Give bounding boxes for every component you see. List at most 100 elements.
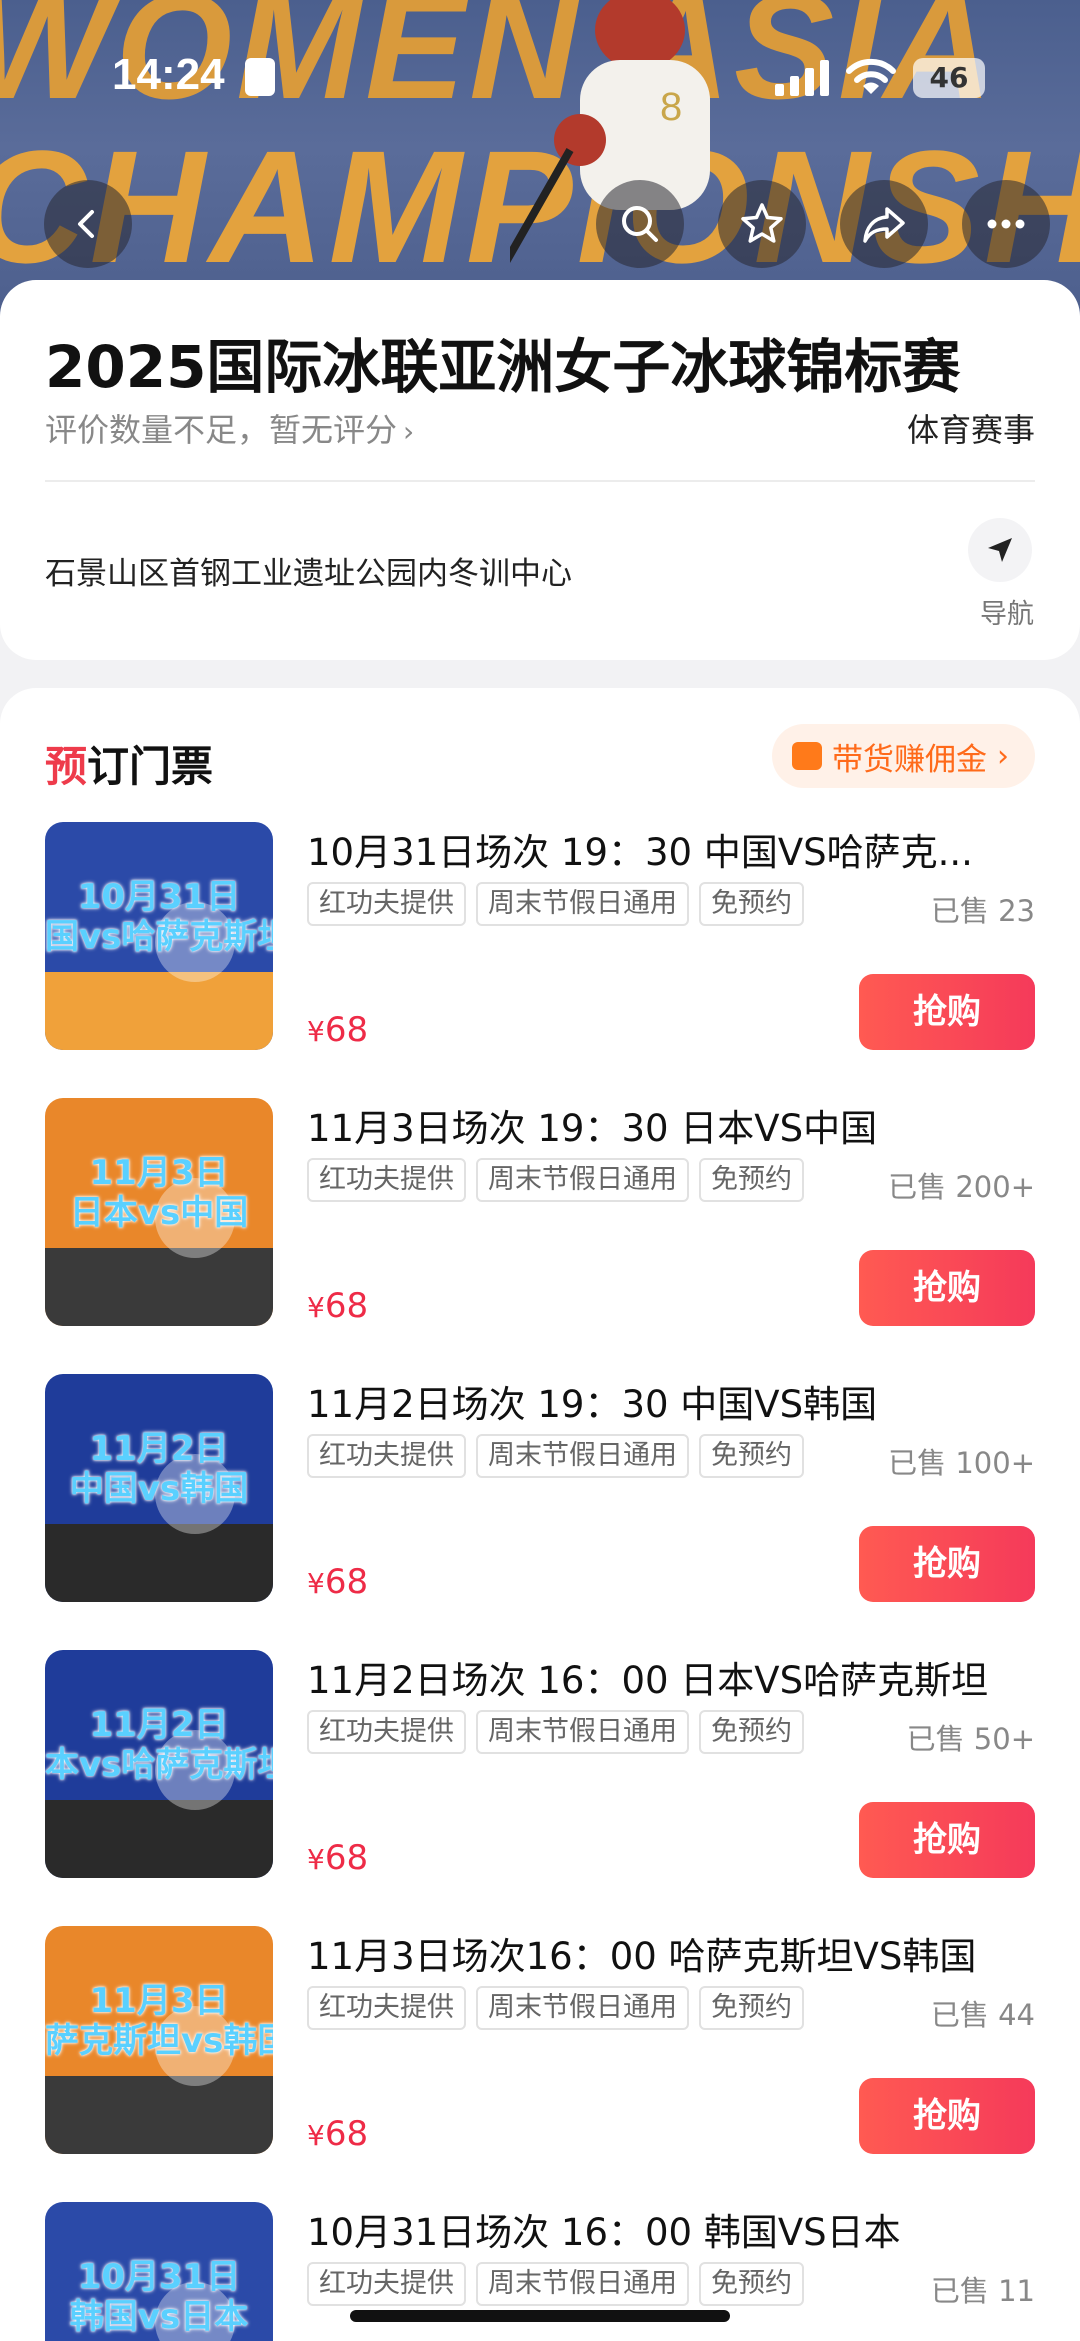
sold-count: 已售 23	[930, 894, 1035, 928]
ticket-tags: 红功夫提供 周末节假日通用 免预约	[307, 1158, 814, 1202]
currency-symbol: ¥	[307, 2119, 325, 2152]
ticket-thumbnail[interactable]: 11月3日 日本vs中国	[45, 1098, 273, 1326]
status-time: 14:24	[112, 50, 225, 99]
thumbnail-matchup: 日本vs中国	[69, 1193, 249, 1233]
back-button[interactable]	[44, 180, 132, 268]
ticket-tag: 红功夫提供	[307, 1710, 466, 1754]
thumbnail-matchup: 中国vs韩国	[69, 1469, 249, 1509]
promo-label: 带货赚佣金	[832, 741, 987, 778]
thumbnail-overlay-text: 11月3日 日本vs中国	[45, 1153, 273, 1233]
thumbnail-matchup: 韩国vs日本	[69, 2297, 249, 2337]
price-value: 68	[324, 1286, 369, 1326]
chevron-left-icon	[78, 210, 94, 238]
ticket-tag: 免预约	[699, 882, 804, 926]
venue-address[interactable]: 石景山区首钢工业遗址公园内冬训中心	[45, 548, 572, 593]
ticket-tags: 红功夫提供 周末节假日通用 免预约	[307, 882, 814, 926]
buy-button[interactable]: 抢购	[859, 2078, 1035, 2154]
ticket-thumbnail[interactable]: 10月31日 国vs哈萨克斯坦	[45, 822, 273, 1050]
ticket-price: ¥68	[307, 1010, 368, 1050]
sold-count: 已售 44	[930, 1998, 1035, 2032]
favorite-button[interactable]	[718, 180, 806, 268]
star-icon	[741, 203, 783, 243]
event-category: 体育赛事	[906, 411, 1035, 449]
ticket-title[interactable]: 11月3日场次16：00 哈萨克斯坦VS韩国	[307, 1926, 1037, 1980]
thumbnail-date: 10月31日	[77, 2257, 241, 2297]
share-button[interactable]	[840, 180, 928, 268]
ticket-thumbnail[interactable]: 11月2日 本vs哈萨克斯坦	[45, 1650, 273, 1878]
ticket-tag: 周末节假日通用	[476, 1710, 689, 1754]
wifi-icon	[846, 58, 896, 94]
ticket-item[interactable]: 11月3日 萨克斯坦vs韩国 11月3日场次16：00 哈萨克斯坦VS韩国 红功…	[45, 1926, 1035, 2158]
ticket-title[interactable]: 10月31日场次 16：00 韩国VS日本	[307, 2202, 1037, 2256]
more-button[interactable]	[962, 180, 1050, 268]
ticket-item[interactable]: 11月2日 中国vs韩国 11月2日场次 19：30 中国VS韩国 红功夫提供周…	[45, 1374, 1035, 1606]
thumbnail-overlay-text: 10月31日 国vs哈萨克斯坦	[45, 877, 273, 957]
ticket-item[interactable]: 11月3日 日本vs中国 11月3日场次 19：30 日本VS中国 红功夫提供周…	[45, 1098, 1035, 1330]
thumbnail-overlay-text: 11月2日 本vs哈萨克斯坦	[45, 1705, 273, 1785]
more-icon	[987, 219, 1025, 229]
ticket-thumbnail[interactable]: 10月31日 韩国vs日本	[45, 2202, 273, 2341]
section-title-accent: 预	[45, 742, 88, 791]
thumbnail-date: 11月2日	[89, 1429, 229, 1469]
ticket-tag: 周末节假日通用	[476, 882, 689, 926]
thumbnail-overlay-text: 11月3日 萨克斯坦vs韩国	[45, 1981, 273, 2061]
promo-commission-button[interactable]: 带货赚佣金 ›	[772, 724, 1035, 788]
navigate-button[interactable]	[968, 518, 1032, 582]
thumbnail-date: 10月31日	[77, 877, 241, 917]
sold-count: 已售 100+	[888, 1446, 1035, 1480]
divider	[45, 480, 1035, 482]
share-icon	[863, 207, 905, 243]
ticket-tags: 红功夫提供 周末节假日通用 免预约	[307, 2262, 814, 2306]
search-button[interactable]	[596, 180, 684, 268]
ticket-price: ¥68	[307, 1562, 368, 1602]
ticket-tag: 红功夫提供	[307, 882, 466, 926]
section-title-text: 订门票	[87, 742, 214, 791]
thumbnail-date: 11月3日	[89, 1981, 229, 2021]
contact-card-icon	[245, 58, 275, 96]
price-value: 68	[324, 2114, 369, 2154]
ticket-tag: 周末节假日通用	[476, 2262, 689, 2306]
buy-button[interactable]: 抢购	[859, 974, 1035, 1050]
ticket-tag: 免预约	[699, 1986, 804, 2030]
ticket-price: ¥68	[307, 1286, 368, 1326]
ticket-thumbnail[interactable]: 11月2日 中国vs韩国	[45, 1374, 273, 1602]
ticket-tag: 免预约	[699, 1434, 804, 1478]
price-value: 68	[324, 1562, 369, 1602]
ticket-tag: 免预约	[699, 1710, 804, 1754]
battery-indicator: 46	[913, 58, 985, 98]
ticket-tags: 红功夫提供 周末节假日通用 免预约	[307, 1986, 814, 2030]
currency-symbol: ¥	[307, 1567, 325, 1600]
buy-button[interactable]: 抢购	[859, 1802, 1035, 1878]
rating-text: 评价数量不足，暂无评分	[45, 411, 398, 449]
thumbnail-matchup: 本vs哈萨克斯坦	[45, 1745, 273, 1785]
ticket-item[interactable]: 10月31日 国vs哈萨克斯坦 10月31日场次 19：30 中国VS哈萨克..…	[45, 822, 1035, 1054]
sold-count: 已售 200+	[888, 1170, 1035, 1204]
price-value: 68	[324, 1838, 369, 1878]
navigate-label[interactable]: 导航	[980, 592, 1034, 631]
ticket-tag: 周末节假日通用	[476, 1986, 689, 2030]
home-indicator[interactable]	[350, 2310, 730, 2322]
ticket-title[interactable]: 10月31日场次 19：30 中国VS哈萨克...	[307, 822, 1037, 876]
currency-symbol: ¥	[307, 1015, 325, 1048]
ticket-price: ¥68	[307, 2114, 368, 2154]
ticket-thumbnail[interactable]: 11月3日 萨克斯坦vs韩国	[45, 1926, 273, 2154]
chevron-right-icon: ›	[403, 415, 415, 448]
thumbnail-matchup: 萨克斯坦vs韩国	[45, 2021, 273, 2061]
thumbnail-matchup: 国vs哈萨克斯坦	[45, 917, 273, 957]
ticket-title[interactable]: 11月3日场次 19：30 日本VS中国	[307, 1098, 1037, 1152]
buy-button[interactable]: 抢购	[859, 1526, 1035, 1602]
ticket-tag: 免预约	[699, 2262, 804, 2306]
currency-symbol: ¥	[307, 1291, 325, 1324]
rating-link[interactable]: 评价数量不足，暂无评分 ›	[45, 405, 414, 451]
sold-count: 已售 50+	[906, 1722, 1035, 1756]
ticket-title[interactable]: 11月2日场次 16：00 日本VS哈萨克斯坦	[307, 1650, 1037, 1704]
ticket-tag: 红功夫提供	[307, 1158, 466, 1202]
buy-button[interactable]: 抢购	[859, 1250, 1035, 1326]
status-bar: 14:24 46	[0, 0, 1080, 150]
ticket-tag: 免预约	[699, 1158, 804, 1202]
thumbnail-date: 11月2日	[89, 1705, 229, 1745]
chevron-right-icon: ›	[997, 738, 1009, 774]
shopping-bag-icon	[792, 742, 822, 770]
ticket-item[interactable]: 11月2日 本vs哈萨克斯坦 11月2日场次 16：00 日本VS哈萨克斯坦 红…	[45, 1650, 1035, 1882]
ticket-title[interactable]: 11月2日场次 19：30 中国VS韩国	[307, 1374, 1037, 1428]
